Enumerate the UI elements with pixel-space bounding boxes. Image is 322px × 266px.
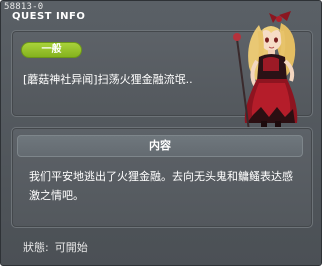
status-label: 狀態: <box>23 241 49 254</box>
window-title: QUEST INFO <box>12 11 86 22</box>
quest-description: 我们平安地逃出了火狸金融。去向无头鬼和鳙鳋表达感激之情吧。 <box>29 170 293 202</box>
quest-status: 狀態: 可開始 <box>23 239 94 255</box>
status-value: 可開始 <box>54 241 88 254</box>
npc-portrait-icon <box>233 11 298 132</box>
quest-category-badge: 一般 <box>21 42 82 58</box>
quest-info-window: 58813-0 QUEST INFO 一般 [蘑菇神社异闻]扫荡火狸金融流氓.. <box>0 0 322 266</box>
quest-name: [蘑菇神社异闻]扫荡火狸金融流氓.. <box>23 73 193 86</box>
content-section-header: 内容 <box>17 135 303 157</box>
